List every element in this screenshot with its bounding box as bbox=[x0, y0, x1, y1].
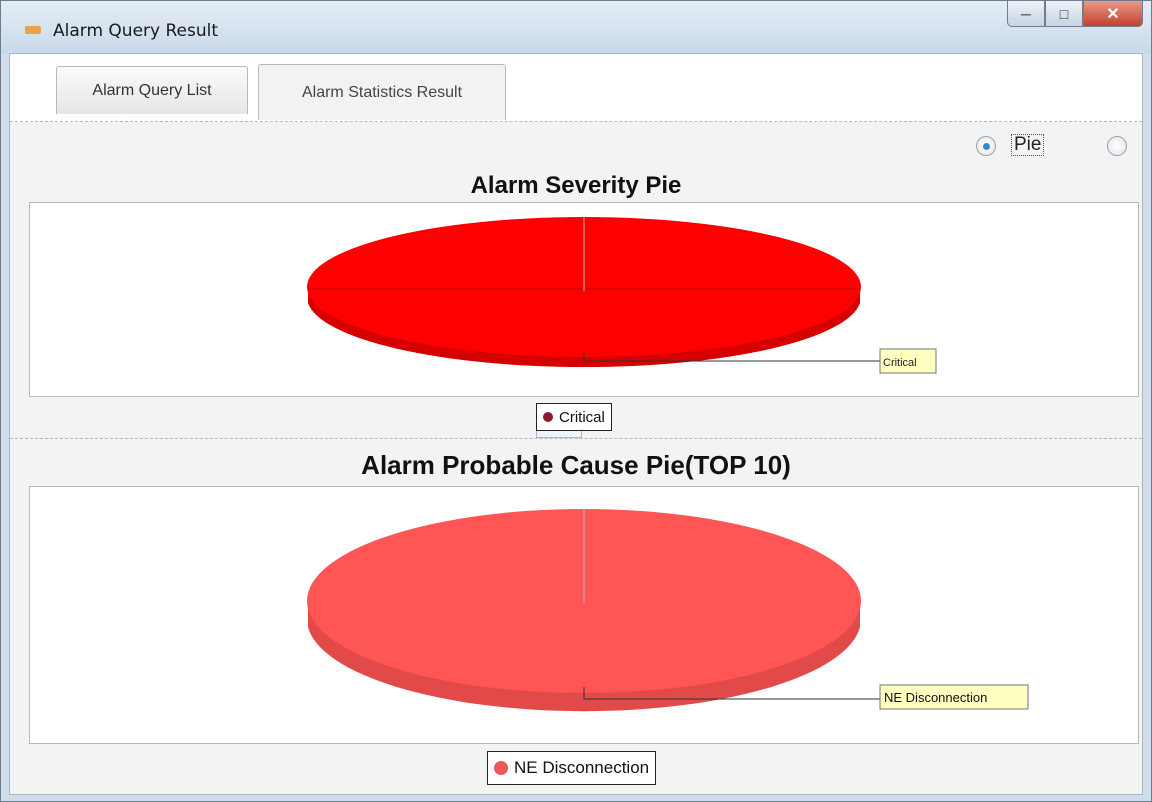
severity-legend: Critical bbox=[536, 403, 612, 431]
window-title: Alarm Query Result bbox=[53, 21, 219, 41]
probable-cause-slice-label: NE Disconnection bbox=[884, 690, 987, 705]
severity-chart-title: Alarm Severity Pie bbox=[470, 172, 682, 199]
pie-radio-label[interactable]: Pie bbox=[1011, 134, 1045, 156]
maximize-button[interactable]: □ bbox=[1045, 1, 1083, 27]
app-icon bbox=[25, 26, 41, 34]
title-bar[interactable]: Alarm Query Result ─ □ ✕ bbox=[1, 1, 1151, 53]
chart-divider bbox=[10, 438, 1142, 439]
severity-slice-label: Critical bbox=[883, 357, 917, 369]
severity-legend-label: Critical bbox=[559, 408, 605, 426]
probable-cause-legend: NE Disconnection bbox=[487, 751, 657, 785]
ne-disconnection-legend-dot bbox=[494, 761, 508, 775]
minimize-icon: ─ bbox=[1021, 5, 1031, 22]
chart-type-radio-button[interactable] bbox=[1107, 136, 1127, 156]
alarm-query-result-window: Alarm Query Result ─ □ ✕ Alarm Query Lis… bbox=[0, 0, 1152, 802]
probable-cause-pie-plot: NE Disconnection bbox=[29, 486, 1139, 744]
severity-pie-plot: Critical bbox=[29, 202, 1139, 397]
probable-cause-legend-label: NE Disconnection bbox=[514, 758, 650, 777]
close-button[interactable]: ✕ bbox=[1083, 1, 1143, 27]
close-icon: ✕ bbox=[1106, 5, 1120, 23]
pie-radio-button[interactable] bbox=[976, 136, 996, 156]
tab-alarm-statistics-result[interactable]: Alarm Statistics Result bbox=[258, 64, 506, 120]
tab-bar: Alarm Query List Alarm Statistics Result bbox=[10, 54, 1142, 122]
tab-alarm-query-list[interactable]: Alarm Query List bbox=[56, 66, 248, 114]
legend-focus-indicator bbox=[536, 431, 582, 438]
minimize-button[interactable]: ─ bbox=[1007, 1, 1045, 27]
probable-cause-chart-title: Alarm Probable Cause Pie(TOP 10) bbox=[361, 450, 791, 480]
critical-legend-dot bbox=[543, 412, 553, 422]
maximize-icon: □ bbox=[1059, 5, 1069, 22]
statistics-panel: Pie Alarm Severity Pie Critical Critical bbox=[10, 122, 1142, 794]
content-area: Alarm Query List Alarm Statistics Result… bbox=[9, 53, 1143, 795]
